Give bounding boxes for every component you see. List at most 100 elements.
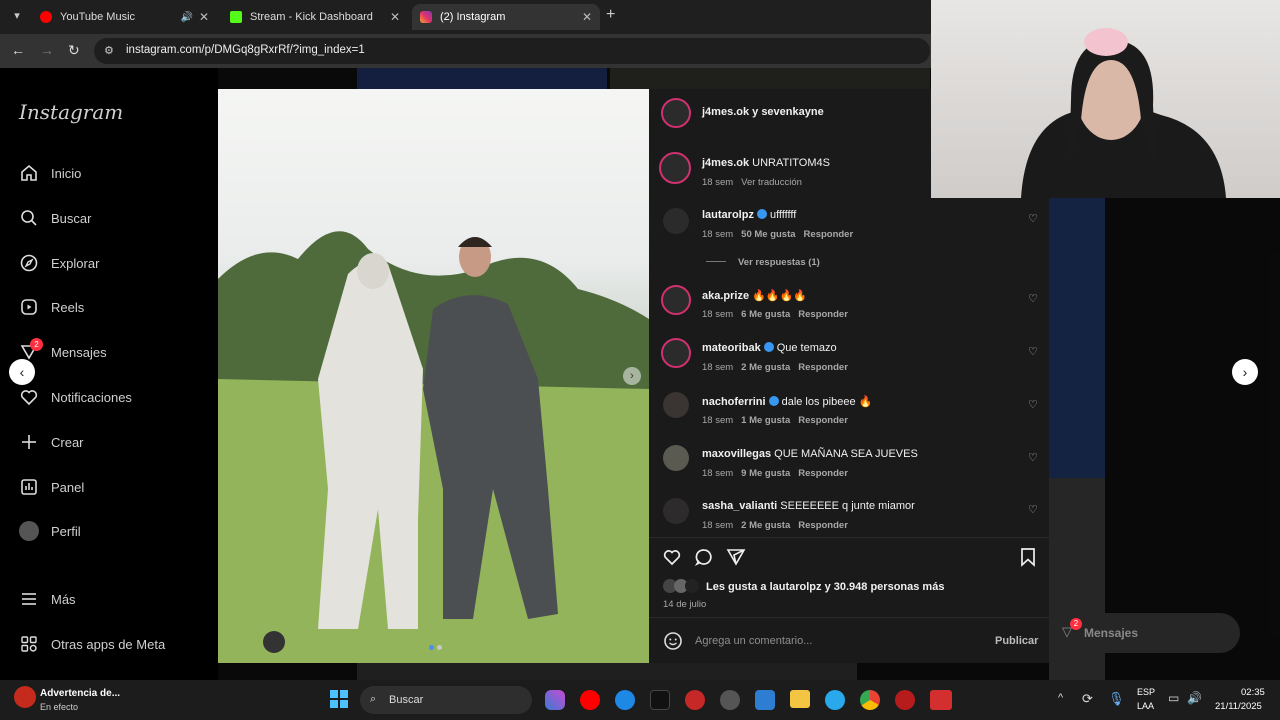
close-tab-icon[interactable]: ✕ xyxy=(390,10,400,24)
avatar[interactable] xyxy=(661,98,691,128)
sidebar-item-panel[interactable]: Panel xyxy=(18,476,84,498)
avatar[interactable] xyxy=(659,152,691,184)
voicemeeter-icon[interactable] xyxy=(930,690,952,710)
warning-notification-icon[interactable] xyxy=(14,686,36,708)
back-arrow-icon[interactable]: ← xyxy=(11,42,25,58)
view-replies[interactable]: Ver respuestas (1) xyxy=(706,257,828,268)
tab-kick-dashboard[interactable]: Stream - Kick Dashboard ✕ xyxy=(222,4,408,30)
edge-icon[interactable] xyxy=(615,690,635,710)
sidebar-item-crear[interactable]: Crear xyxy=(18,431,84,453)
messages-floating-button[interactable]: ▽ 2 Mensajes xyxy=(1050,613,1240,653)
comment-likes[interactable]: 6 Me gusta xyxy=(741,309,790,320)
sidebar-item-notificaciones[interactable]: Notificaciones xyxy=(18,386,132,408)
comment-user[interactable]: mateoribak xyxy=(702,342,761,354)
taskbar-search-box[interactable]: ⌕ Buscar xyxy=(360,686,532,714)
reply-button[interactable]: Responder xyxy=(804,229,854,240)
share-icon[interactable] xyxy=(726,547,746,572)
translate-link[interactable]: Ver traducción xyxy=(741,177,802,188)
view-replies-link[interactable]: Ver respuestas (1) xyxy=(738,257,820,268)
clock-time[interactable]: 02:35 xyxy=(1241,687,1265,698)
store-icon[interactable] xyxy=(755,690,775,710)
language-bottom[interactable]: LAA xyxy=(1137,701,1154,711)
copilot-icon[interactable] xyxy=(545,690,565,710)
reply-button[interactable]: Responder xyxy=(798,415,848,426)
comment-likes[interactable]: 2 Me gusta xyxy=(741,520,790,531)
speaker-icon[interactable]: 🔊 xyxy=(180,12,192,23)
close-tab-icon[interactable]: ✕ xyxy=(582,10,592,24)
close-tab-icon[interactable]: ✕ xyxy=(199,10,209,24)
comment-likes[interactable]: 9 Me gusta xyxy=(741,468,790,479)
reply-button[interactable]: Responder xyxy=(798,468,848,479)
settings-gear-icon[interactable] xyxy=(720,690,740,710)
avatar[interactable] xyxy=(661,285,691,315)
instagram-logo[interactable]: Instagram xyxy=(19,100,123,124)
site-info-icon[interactable]: ⚙ xyxy=(104,44,114,57)
comment-like-heart-icon[interactable]: ♡ xyxy=(1028,292,1038,305)
sidebar-item-inicio[interactable]: Inicio xyxy=(18,162,81,184)
tab-search-dropdown-icon[interactable]: ▾ xyxy=(8,7,26,25)
post-header-users[interactable]: j4mes.ok y sevenkayne xyxy=(702,106,824,118)
app-icon[interactable] xyxy=(685,690,705,710)
youtube-music-icon[interactable] xyxy=(580,690,600,710)
avatar[interactable] xyxy=(661,338,691,368)
tab-youtube-music[interactable]: YouTube Music 🔊 ✕ xyxy=(32,4,217,30)
prev-post-arrow-icon[interactable]: ‹ xyxy=(9,359,35,385)
avatar[interactable] xyxy=(663,445,689,471)
comment-user[interactable]: maxovillegas xyxy=(702,448,771,460)
sidebar-item-buscar[interactable]: Buscar xyxy=(18,207,91,229)
tab-instagram[interactable]: (2) Instagram ✕ xyxy=(412,4,600,30)
comment-like-heart-icon[interactable]: ♡ xyxy=(1028,212,1038,225)
comment-user[interactable]: nachoferrini xyxy=(702,396,766,408)
sidebar-item-reels[interactable]: Reels xyxy=(18,296,84,318)
comment-bubble-icon[interactable] xyxy=(694,547,714,572)
sidebar-item-mas[interactable]: Más xyxy=(18,588,76,610)
like-heart-icon[interactable] xyxy=(662,547,682,572)
avatar[interactable] xyxy=(663,498,689,524)
comment-like-heart-icon[interactable]: ♡ xyxy=(1028,398,1038,411)
comment-like-heart-icon[interactable]: ♡ xyxy=(1028,345,1038,358)
caption-user[interactable]: j4mes.ok xyxy=(702,157,749,169)
reply-button[interactable]: Responder xyxy=(798,520,848,531)
comment-user[interactable]: aka.prize xyxy=(702,290,749,302)
reload-icon[interactable]: ↻ xyxy=(68,42,80,59)
likes-summary[interactable]: Les gusta a lautarolpz y 30.948 personas… xyxy=(706,581,944,593)
next-image-chevron-icon[interactable]: › xyxy=(623,367,641,385)
avatar[interactable] xyxy=(663,392,689,418)
chevron-up-icon[interactable]: ^ xyxy=(1058,692,1063,704)
chrome-icon[interactable] xyxy=(860,690,880,710)
file-explorer-icon[interactable] xyxy=(790,690,810,708)
comment-likes[interactable]: 2 Me gusta xyxy=(741,362,790,373)
windows-start-icon[interactable] xyxy=(330,690,348,713)
comment-input[interactable]: Agrega un comentario... xyxy=(695,635,812,647)
post-image[interactable]: › xyxy=(218,89,649,663)
comment-like-heart-icon[interactable]: ♡ xyxy=(1028,451,1038,464)
forward-arrow-icon[interactable]: → xyxy=(40,42,54,58)
clock-date[interactable]: 21/11/2025 xyxy=(1215,701,1262,712)
bookmark-icon[interactable] xyxy=(1018,547,1038,572)
sync-icon[interactable]: ⟳ xyxy=(1082,691,1093,707)
url-text[interactable]: instagram.com/p/DMGq8gRxrRf/?img_index=1 xyxy=(126,44,365,56)
comment-user[interactable]: lautarolpz xyxy=(702,209,754,221)
telegram-icon[interactable] xyxy=(825,690,845,710)
sidebar-item-otras-apps[interactable]: Otras apps de Meta xyxy=(18,633,165,655)
tiktok-icon[interactable] xyxy=(650,690,670,710)
next-post-arrow-icon[interactable]: › xyxy=(1232,359,1258,385)
sidebar-item-explorar[interactable]: Explorar xyxy=(18,252,99,274)
language-top[interactable]: ESP xyxy=(1137,687,1155,697)
new-tab-button[interactable]: + xyxy=(606,6,615,24)
sidebar-item-perfil[interactable]: Perfil xyxy=(18,520,81,542)
app-icon[interactable] xyxy=(895,690,915,710)
comment-likes[interactable]: 1 Me gusta xyxy=(741,415,790,426)
publish-button[interactable]: Publicar xyxy=(995,635,1038,647)
comment-likes[interactable]: 50 Me gusta xyxy=(741,229,795,240)
comment-like-heart-icon[interactable]: ♡ xyxy=(1028,503,1038,516)
reply-button[interactable]: Responder xyxy=(798,362,848,373)
microphone-icon[interactable]: 🎙 xyxy=(1108,691,1125,707)
comment-user[interactable]: sasha_valianti xyxy=(702,500,777,512)
reply-button[interactable]: Responder xyxy=(798,309,848,320)
sidebar-item-mensajes[interactable]: 2 Mensajes xyxy=(18,338,107,363)
notification-title[interactable]: Advertencia de... xyxy=(40,688,120,699)
monitor-icon[interactable]: ▭ xyxy=(1168,691,1179,705)
avatar[interactable] xyxy=(663,208,689,234)
volume-icon[interactable]: 🔊 xyxy=(1187,691,1202,705)
